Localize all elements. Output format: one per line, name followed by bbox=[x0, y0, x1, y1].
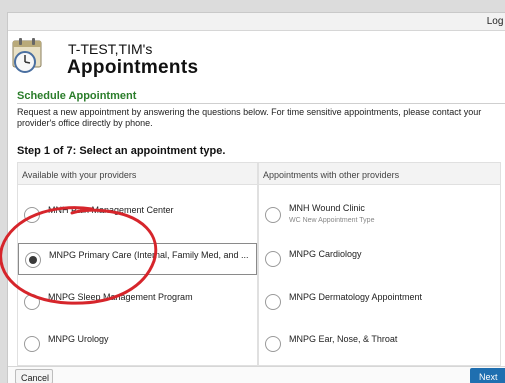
other-providers-column-heading: Appointments with other providers bbox=[259, 163, 500, 185]
radio-button[interactable] bbox=[265, 207, 281, 223]
option-wound-clinic[interactable]: MNH Wound Clinic WC New Appointment Type bbox=[259, 199, 500, 231]
option-label: MNPG Cardiology bbox=[289, 249, 362, 259]
intro-text: Request a new appointment by answering t… bbox=[17, 107, 482, 128]
providers-column-heading: Available with your providers bbox=[18, 163, 257, 185]
radio-button[interactable] bbox=[265, 251, 281, 267]
option-label: MNPG Urology bbox=[48, 334, 109, 344]
providers-column: Available with your providers MNH Pain M… bbox=[17, 162, 258, 366]
radio-button[interactable] bbox=[265, 294, 281, 310]
option-ent[interactable]: MNPG Ear, Nose, & Throat bbox=[259, 328, 500, 360]
calendar-clock-icon bbox=[12, 38, 42, 73]
patient-name: T-TEST,TIM's bbox=[68, 41, 153, 57]
option-primary-care[interactable]: MNPG Primary Care (Internal, Family Med,… bbox=[18, 243, 257, 275]
radio-button-selected[interactable] bbox=[25, 252, 41, 268]
section-title: Schedule Appointment bbox=[17, 90, 137, 102]
option-urology[interactable]: MNPG Urology bbox=[18, 328, 257, 360]
page-header: T-TEST,TIM's Appointments bbox=[8, 32, 505, 96]
option-label: MNPG Ear, Nose, & Throat bbox=[289, 334, 398, 344]
radio-button[interactable] bbox=[265, 336, 281, 352]
option-sublabel: WC New Appointment Type bbox=[289, 217, 375, 224]
option-label: MNPG Sleep Management Program bbox=[48, 292, 193, 302]
option-dermatology[interactable]: MNPG Dermatology Appointment bbox=[259, 286, 500, 318]
option-pain-management[interactable]: MNH Pain Management Center bbox=[18, 199, 257, 231]
logout-link[interactable]: Log O bbox=[487, 16, 505, 27]
option-label: MNPG Primary Care (Internal, Family Med,… bbox=[49, 250, 249, 260]
cancel-button[interactable]: Cancel bbox=[15, 369, 53, 383]
option-label: MNH Wound Clinic bbox=[289, 203, 365, 213]
option-cardiology[interactable]: MNPG Cardiology bbox=[259, 243, 500, 275]
footer-bar bbox=[8, 366, 505, 383]
option-label: MNH Pain Management Center bbox=[48, 205, 174, 215]
next-button[interactable]: Next bbox=[470, 368, 505, 383]
option-sleep-management[interactable]: MNPG Sleep Management Program bbox=[18, 286, 257, 318]
divider bbox=[17, 103, 505, 104]
radio-button[interactable] bbox=[24, 336, 40, 352]
page-title: Appointments bbox=[67, 57, 199, 78]
step-label: Step 1 of 7: Select an appointment type. bbox=[17, 145, 226, 157]
top-bar: Log O bbox=[8, 13, 505, 31]
radio-button[interactable] bbox=[24, 294, 40, 310]
option-label: MNPG Dermatology Appointment bbox=[289, 292, 423, 302]
appointments-page: Log O T-TEST,TIM's Appointments Schedule… bbox=[0, 12, 505, 383]
other-providers-column: Appointments with other providers MNH Wo… bbox=[258, 162, 501, 366]
radio-button[interactable] bbox=[24, 207, 40, 223]
